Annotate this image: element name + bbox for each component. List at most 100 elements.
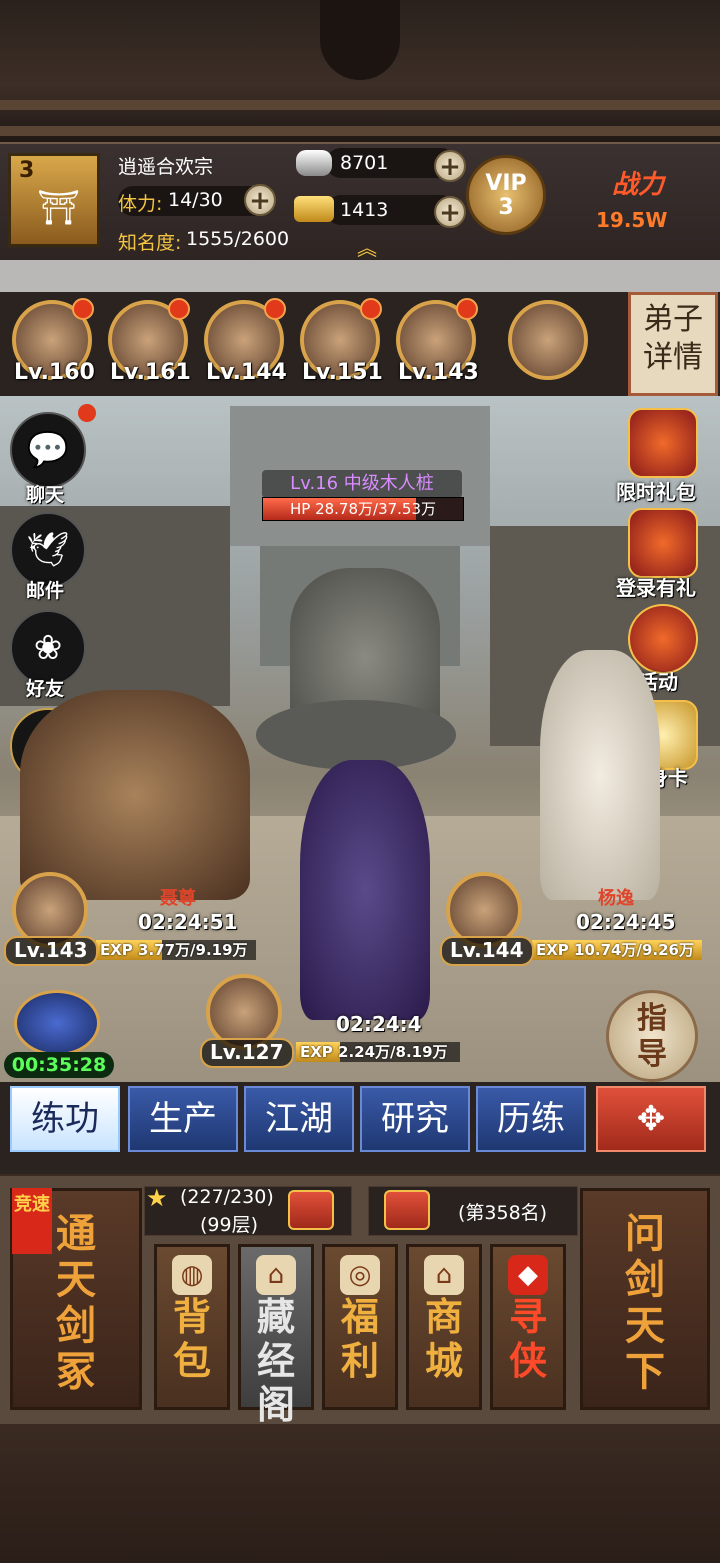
gold-value: 1413 bbox=[340, 199, 389, 221]
sword-world-card[interactable]: 问剑天下 bbox=[580, 1188, 710, 1410]
silver-icon bbox=[296, 150, 332, 176]
silver-add-button[interactable]: + bbox=[434, 150, 466, 182]
sect-icon[interactable]: 3 ⛩ bbox=[8, 153, 100, 247]
shop-button[interactable]: ⌂ 商城 bbox=[406, 1244, 482, 1410]
gold-icon bbox=[294, 196, 334, 222]
sword-world-title: 问剑天下 bbox=[625, 1210, 665, 1395]
backpack-button[interactable]: ◍ 背包 bbox=[154, 1244, 230, 1410]
enemy-hp-bar: HP 28.78万/37.53万 bbox=[262, 497, 464, 521]
rank-text: (第358名) bbox=[458, 1202, 548, 1224]
notification-dot bbox=[168, 298, 190, 320]
fame-label: 知名度: bbox=[118, 232, 182, 254]
roof-decoration bbox=[0, 0, 720, 142]
notification-dot bbox=[264, 298, 286, 320]
header-divider bbox=[0, 260, 720, 292]
guide-label: 指导 bbox=[637, 1001, 667, 1072]
login-gift-label: 登录有礼 bbox=[616, 576, 696, 600]
sect-level: 3 bbox=[19, 158, 35, 183]
tab-jianghu[interactable]: 江湖 bbox=[244, 1086, 354, 1152]
mail-label: 邮件 bbox=[26, 580, 65, 602]
fame-value: 1555/2600 bbox=[186, 228, 290, 250]
disciple-level: Lv.161 bbox=[110, 360, 191, 385]
trainee-level: Lv.144 bbox=[440, 936, 534, 966]
tab-training[interactable]: 练功 bbox=[10, 1086, 120, 1152]
exp-bar: EXP 10.74万/9.26万 bbox=[532, 940, 702, 960]
stamina-label: 体力: bbox=[118, 193, 163, 215]
trainee-level: Lv.143 bbox=[4, 936, 98, 966]
disciple-details-button[interactable]: 弟子详情 bbox=[628, 292, 718, 396]
silver-value: 8701 bbox=[340, 152, 389, 174]
speed-badge: 竞速 bbox=[12, 1188, 52, 1254]
chat-label: 聊天 bbox=[26, 484, 65, 506]
palace-timer: 00:35:28 bbox=[4, 1052, 114, 1078]
welfare-label: 福利 bbox=[340, 1294, 379, 1383]
trainee-timer: 02:24:51 bbox=[138, 910, 238, 934]
gift-icon[interactable] bbox=[384, 1190, 430, 1230]
trainee-figure[interactable] bbox=[300, 760, 430, 1020]
exp-text: EXP 3.77万/9.19万 bbox=[100, 941, 248, 959]
library-button[interactable]: ⌂ 藏经阁 bbox=[238, 1244, 314, 1427]
star-icon: ★ bbox=[146, 1184, 168, 1212]
exp-bar: EXP 2.24万/8.19万 bbox=[296, 1042, 460, 1062]
friends-label: 好友 bbox=[26, 678, 65, 700]
shop-label: 商城 bbox=[424, 1294, 463, 1383]
tab-more[interactable]: ✥ bbox=[596, 1086, 706, 1152]
notification-dot bbox=[360, 298, 382, 320]
stamina-add-button[interactable]: + bbox=[244, 184, 276, 216]
notification-dot bbox=[78, 404, 96, 422]
tab-research[interactable]: 研究 bbox=[360, 1086, 470, 1152]
sect-name: 逍遥合欢宗 bbox=[118, 156, 214, 178]
vip-badge[interactable]: VIP 3 bbox=[466, 155, 546, 235]
lantern-icon[interactable] bbox=[628, 604, 698, 674]
trainee-timer: 02:24:45 bbox=[576, 910, 676, 934]
exp-bar: EXP 3.77万/9.19万 bbox=[96, 940, 256, 960]
exp-text: EXP 10.74万/9.26万 bbox=[536, 941, 694, 959]
notification-dot bbox=[72, 298, 94, 320]
shop-icon: ⌂ bbox=[424, 1255, 464, 1295]
trainee-figure[interactable] bbox=[540, 650, 660, 900]
vip-level: 3 bbox=[498, 195, 514, 220]
pagoda-icon: ⛩ bbox=[37, 188, 81, 228]
limited-gift-label: 限时礼包 bbox=[616, 480, 696, 504]
trainee-figure[interactable] bbox=[20, 690, 250, 900]
disciple-level: Lv.144 bbox=[206, 360, 287, 385]
trainee-name: 聂尊 bbox=[160, 888, 196, 909]
trainee-name: 杨逸 bbox=[598, 888, 634, 909]
disciple-level: Lv.151 bbox=[302, 360, 383, 385]
disciple-level: Lv.143 bbox=[398, 360, 479, 385]
disciple-avatar[interactable] bbox=[508, 300, 588, 380]
pavilion-icon: ⌂ bbox=[256, 1255, 296, 1295]
disciple-level: Lv.160 bbox=[14, 360, 95, 385]
tower-title: 通天剑冢 bbox=[56, 1210, 96, 1395]
tab-experience[interactable]: 历练 bbox=[476, 1086, 586, 1152]
gold-add-button[interactable]: + bbox=[434, 196, 466, 228]
power-value: 19.5W bbox=[596, 208, 668, 232]
tower-floor: (99层) bbox=[200, 1214, 259, 1236]
guide-button[interactable]: 指导 bbox=[606, 990, 698, 1082]
notification-dot bbox=[456, 298, 478, 320]
stamina-value: 14/30 bbox=[168, 189, 223, 211]
bag-icon: ◍ bbox=[172, 1255, 212, 1295]
flower-emblem-icon: ✥ bbox=[636, 1099, 666, 1139]
seek-hero-label: 寻侠 bbox=[508, 1294, 547, 1383]
trainee-level: Lv.127 bbox=[200, 1038, 294, 1068]
welfare-button[interactable]: ◎ 福利 bbox=[322, 1244, 398, 1410]
seek-hero-button[interactable]: ◆ 寻侠 bbox=[490, 1244, 566, 1410]
tab-production[interactable]: 生产 bbox=[128, 1086, 238, 1152]
tower-progress: (227/230) bbox=[180, 1186, 274, 1208]
collapse-chevron-icon[interactable]: ︽ bbox=[352, 232, 382, 261]
library-label: 藏经阁 bbox=[256, 1294, 295, 1427]
seal-icon: ◆ bbox=[508, 1255, 548, 1295]
trainee-timer: 02:24:4 bbox=[336, 1012, 422, 1036]
gift-icon[interactable] bbox=[288, 1190, 334, 1230]
vip-label: VIP bbox=[485, 171, 527, 196]
treasure-chest-icon[interactable] bbox=[628, 508, 698, 578]
backpack-label: 背包 bbox=[172, 1294, 211, 1383]
power-label: 战力 bbox=[612, 170, 665, 200]
chat-icon[interactable]: 💬 bbox=[10, 412, 86, 488]
enemy-name: Lv.16 中级木人桩 bbox=[262, 470, 462, 498]
exp-text: EXP 2.24万/8.19万 bbox=[300, 1043, 448, 1061]
gift-box-icon[interactable] bbox=[628, 408, 698, 478]
palace-icon[interactable] bbox=[14, 990, 100, 1056]
coin-icon: ◎ bbox=[340, 1255, 380, 1295]
